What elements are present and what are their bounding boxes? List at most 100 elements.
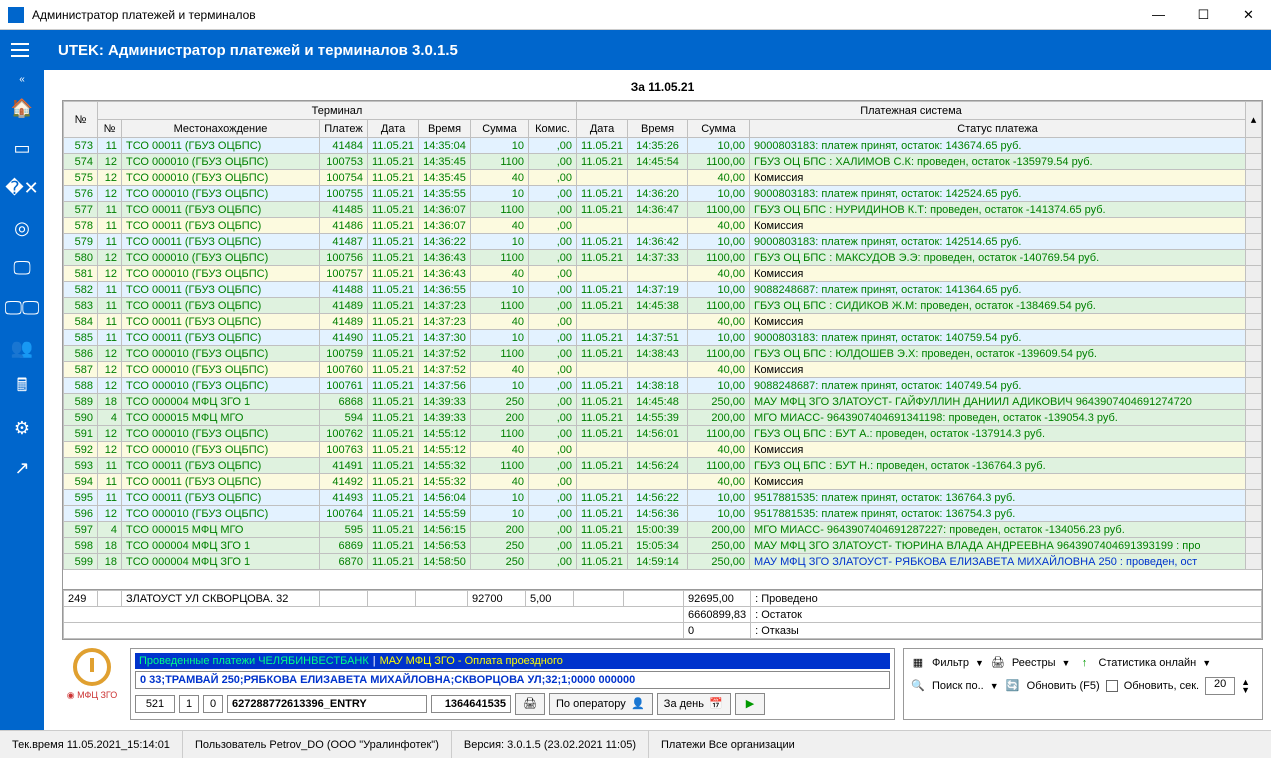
table-row[interactable]: 58211ТСО 00011 (ГБУЗ ОЦБПС)4148811.05.21… — [64, 282, 1262, 298]
table-row[interactable]: 59212ТСО 000010 (ГБУЗ ОЦБПС)10076311.05.… — [64, 442, 1262, 458]
summary-count: 249 — [64, 591, 98, 607]
table-row[interactable]: 59311ТСО 00011 (ГБУЗ ОЦБПС)4149111.05.21… — [64, 458, 1262, 474]
table-row[interactable]: 59112ТСО 000010 (ГБУЗ ОЦБПС)10076211.05.… — [64, 426, 1262, 442]
settings-icon[interactable]: ⚙ — [0, 408, 44, 448]
app-title: UTEK: Администратор платежей и терминало… — [58, 42, 458, 59]
chevron-down-icon[interactable]: ▼ — [990, 681, 999, 691]
col-group-paysys[interactable]: Платежная система — [577, 102, 1246, 120]
calculator-icon[interactable]: 🖩 — [0, 368, 44, 408]
summary-sum: 92700 — [468, 591, 526, 607]
print-button[interactable]: 🖨 — [515, 693, 545, 715]
summary-status1: : Проведено — [751, 591, 1262, 607]
table-row[interactable]: 59818ТСО 000004 МФЦ ЗГО 1686911.05.2114:… — [64, 538, 1262, 554]
table-row[interactable]: 59612ТСО 000010 (ГБУЗ ОЦБПС)10076411.05.… — [64, 506, 1262, 522]
chevron-down-icon[interactable]: ▼ — [1062, 658, 1071, 668]
stats-button[interactable]: Статистика онлайн — [1098, 657, 1196, 669]
scrollbar-up-icon[interactable]: ▴ — [1246, 102, 1262, 138]
logo-label: ◉ МФЦ ЗГО — [67, 690, 118, 701]
table-row[interactable]: 59411ТСО 00011 (ГБУЗ ОЦБПС)4149211.05.21… — [64, 474, 1262, 490]
users-icon[interactable]: 👥 — [0, 328, 44, 368]
table-row[interactable]: 59918ТСО 000004 МФЦ ЗГО 1687011.05.2114:… — [64, 554, 1262, 570]
info-box1: 521 — [135, 695, 175, 713]
by-day-button[interactable]: За день 📅 — [657, 693, 731, 715]
col-location[interactable]: Местонахождение — [122, 120, 320, 138]
col-group-terminal[interactable]: Терминал — [98, 102, 577, 120]
chevron-down-icon[interactable]: ▼ — [975, 658, 984, 668]
col-psum[interactable]: Сумма — [688, 120, 750, 138]
autorefresh-label: Обновить, сек. — [1124, 680, 1199, 692]
by-operator-button[interactable]: По оператору 👤 — [549, 693, 653, 715]
table-row[interactable]: 5904ТСО 000015 МФЦ МГО59411.05.2114:39:3… — [64, 410, 1262, 426]
arrow-right-icon: ▶ — [742, 696, 758, 712]
table-row[interactable]: 58812ТСО 000010 (ГБУЗ ОЦБПС)10076111.05.… — [64, 378, 1262, 394]
table-row[interactable]: 5974ТСО 000015 МФЦ МГО59511.05.2114:56:1… — [64, 522, 1262, 538]
status-user: Petrov_DO (ООО "Уралинфотек") — [269, 739, 438, 751]
minimize-button[interactable]: — — [1136, 0, 1181, 30]
table-row[interactable]: 58712ТСО 000010 (ГБУЗ ОЦБПС)10076011.05.… — [64, 362, 1262, 378]
summary-kom: 5,00 — [526, 591, 574, 607]
table-row[interactable]: 57412ТСО 000010 (ГБУЗ ОЦБПС)10075311.05.… — [64, 154, 1262, 170]
autorefresh-value[interactable]: 20 — [1205, 677, 1235, 695]
status-version: 3.0.1.5 (23.02.2021 11:05) — [507, 739, 636, 751]
table-row[interactable]: 57811ТСО 00011 (ГБУЗ ОЦБПС)4148611.05.21… — [64, 218, 1262, 234]
registers-button[interactable]: Реестры — [1012, 657, 1056, 669]
col-payment[interactable]: Платеж — [320, 120, 368, 138]
table-row[interactable]: 58612ТСО 000010 (ГБУЗ ОЦБПС)10075911.05.… — [64, 346, 1262, 362]
table-row[interactable]: 59511ТСО 00011 (ГБУЗ ОЦБПС)4149311.05.21… — [64, 490, 1262, 506]
tools-panel: ▦ Фильтр▼ 🖨 Реестры▼ ↑ Статистика онлайн… — [903, 648, 1263, 720]
table-row[interactable]: 57512ТСО 000010 (ГБУЗ ОЦБПС)10075411.05.… — [64, 170, 1262, 186]
col-date[interactable]: Дата — [368, 120, 419, 138]
cancel-icon[interactable]: �✕ — [0, 168, 44, 208]
calendar-icon: 📅 — [708, 696, 724, 712]
spinner-icon[interactable]: ▲▼ — [1241, 678, 1250, 694]
disk-icon[interactable]: ◎ — [0, 208, 44, 248]
table-row[interactable]: 57311ТСО 00011 (ГБУЗ ОЦБПС)4148411.05.21… — [64, 138, 1262, 154]
export-icon[interactable]: ↗ — [0, 448, 44, 488]
sidebar-collapse-icon[interactable]: « — [0, 70, 44, 88]
table-row[interactable]: 57911ТСО 00011 (ГБУЗ ОЦБПС)4148711.05.21… — [64, 234, 1262, 250]
col-tn[interactable]: № — [98, 120, 122, 138]
col-pdate[interactable]: Дата — [577, 120, 628, 138]
summary-status3: : Отказы — [751, 623, 1262, 639]
menu-button[interactable] — [0, 30, 40, 70]
print-icon: 🖨 — [522, 696, 538, 712]
refresh-button[interactable]: Обновить (F5) — [1027, 680, 1100, 692]
info-panel: Проведенные платежи ЧЕЛЯБИНВЕСТБАНК|МАУ … — [130, 648, 895, 720]
logo-panel: ◉ МФЦ ЗГО — [62, 648, 122, 720]
col-time[interactable]: Время — [419, 120, 471, 138]
home-icon[interactable]: 🏠 — [0, 88, 44, 128]
table-row[interactable]: 58411ТСО 00011 (ГБУЗ ОЦБПС)4148911.05.21… — [64, 314, 1262, 330]
col-sum[interactable]: Сумма — [471, 120, 529, 138]
chevron-down-icon[interactable]: ▼ — [1202, 658, 1211, 668]
summary-address: ЗЛАТОУСТ УЛ СКВОРЦОВА. 32 — [122, 591, 320, 607]
col-status[interactable]: Статус платежа — [750, 120, 1246, 138]
monitor-icon[interactable]: 🖵 — [0, 248, 44, 288]
table-row[interactable]: 58311ТСО 00011 (ГБУЗ ОЦБПС)4148911.05.21… — [64, 298, 1262, 314]
info-detail: 0 33;ТРАМВАЙ 250;РЯБКОВА ЕЛИЗАВЕТА МИХАЙ… — [135, 671, 890, 689]
autorefresh-checkbox[interactable] — [1106, 680, 1118, 692]
sidebar: « 🏠 ▭ �✕ ◎ 🖵 🖵🖵 👥 🖩 ⚙ ↗ — [0, 70, 44, 730]
col-commission[interactable]: Комис. — [529, 120, 577, 138]
table-row[interactable]: 58511ТСО 00011 (ГБУЗ ОЦБПС)4149011.05.21… — [64, 330, 1262, 346]
search-icon: 🔍 — [910, 678, 926, 694]
col-ptime[interactable]: Время — [628, 120, 688, 138]
search-button[interactable]: Поиск по.. — [932, 680, 984, 692]
app-icon — [8, 7, 24, 23]
table-row[interactable]: 57612ТСО 000010 (ГБУЗ ОЦБПС)10075511.05.… — [64, 186, 1262, 202]
window-icon[interactable]: ▭ — [0, 128, 44, 168]
monitors-icon[interactable]: 🖵🖵 — [0, 288, 44, 328]
bottom-panel: ◉ МФЦ ЗГО Проведенные платежи ЧЕЛЯБИНВЕС… — [62, 648, 1263, 720]
filter-button[interactable]: Фильтр — [932, 657, 969, 669]
payments-grid[interactable]: № Терминал Платежная система ▴ № Местона… — [62, 100, 1263, 590]
col-index[interactable]: № — [64, 102, 98, 138]
table-row[interactable]: 57711ТСО 00011 (ГБУЗ ОЦБПС)4148511.05.21… — [64, 202, 1262, 218]
next-button[interactable]: ▶ — [735, 693, 765, 715]
summary-zero: 0 — [684, 623, 751, 639]
info-box5: 1364641535 — [431, 695, 511, 713]
table-row[interactable]: 58012ТСО 000010 (ГБУЗ ОЦБПС)10075611.05.… — [64, 250, 1262, 266]
app-header: UTEK: Администратор платежей и терминало… — [0, 30, 1271, 70]
table-row[interactable]: 58918ТСО 000004 МФЦ ЗГО 1686811.05.2114:… — [64, 394, 1262, 410]
maximize-button[interactable]: ☐ — [1181, 0, 1226, 30]
close-button[interactable]: ✕ — [1226, 0, 1271, 30]
table-row[interactable]: 58112ТСО 000010 (ГБУЗ ОЦБПС)10075711.05.… — [64, 266, 1262, 282]
